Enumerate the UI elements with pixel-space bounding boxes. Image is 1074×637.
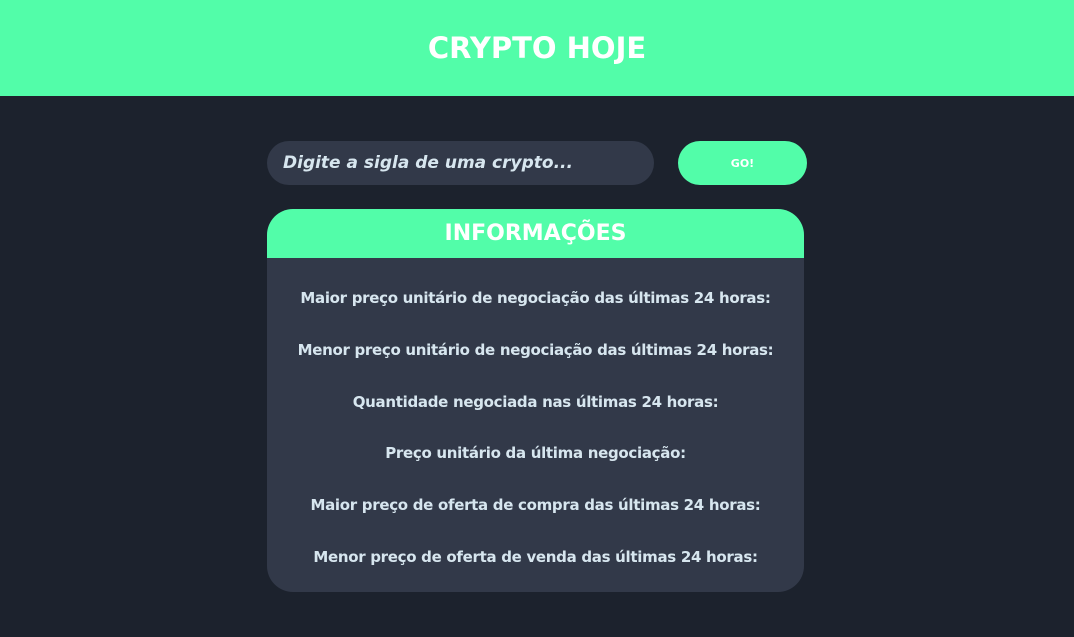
- info-item-min-trade-price: Menor preço unitário de negociação das ú…: [297, 341, 774, 359]
- info-item-volume: Quantidade negociada nas últimas 24 hora…: [352, 393, 719, 411]
- info-item-last-price: Preço unitário da última negociação:: [385, 444, 686, 462]
- app-header: CRYPTO HOJE: [0, 0, 1074, 96]
- go-button[interactable]: GO!: [678, 141, 807, 185]
- info-card: INFORMAÇÕES Maior preço unitário de nego…: [267, 209, 804, 592]
- info-item-max-trade-price: Maior preço unitário de negociação das ú…: [300, 289, 771, 307]
- app-title: CRYPTO HOJE: [427, 31, 647, 65]
- info-item-min-sell-offer: Menor preço de oferta de venda das últim…: [313, 548, 758, 566]
- info-card-header: INFORMAÇÕES: [267, 209, 804, 258]
- info-card-title: INFORMAÇÕES: [444, 221, 627, 246]
- crypto-search-input[interactable]: [267, 141, 654, 185]
- info-item-max-buy-offer: Maior preço de oferta de compra das últi…: [310, 496, 761, 514]
